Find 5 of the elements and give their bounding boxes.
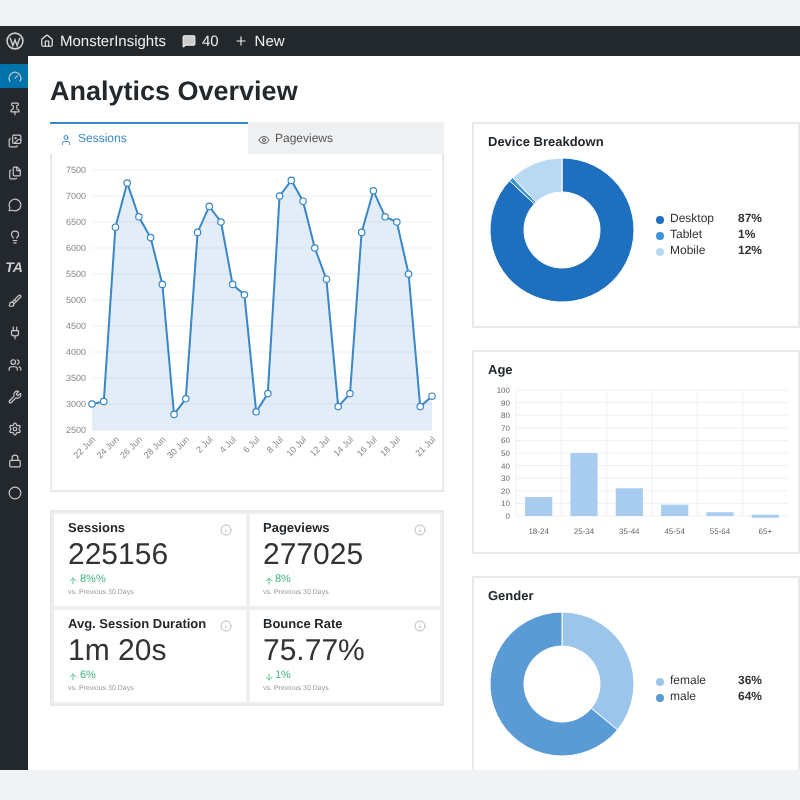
- page-title: Analytics Overview: [50, 76, 300, 106]
- stat-value: 1m 20s: [68, 634, 169, 668]
- stat-value: 225156: [68, 538, 171, 572]
- stat-value: 277025: [263, 538, 366, 572]
- stat-value: 75.77%: [263, 634, 367, 668]
